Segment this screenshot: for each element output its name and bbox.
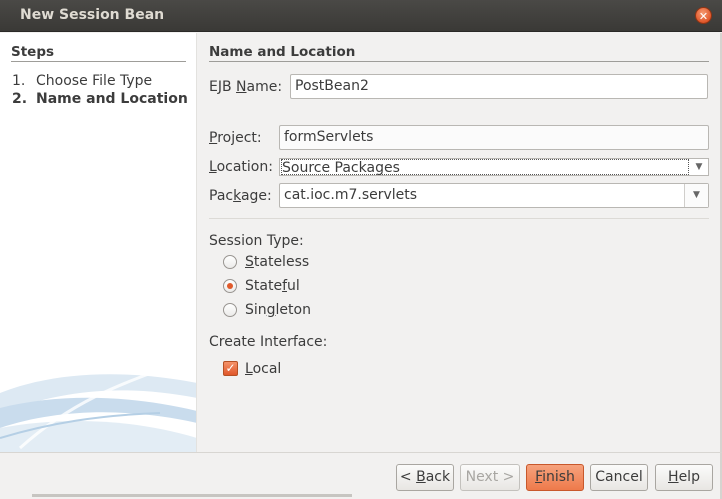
radio-stateful[interactable] (223, 279, 237, 293)
steps-heading: Steps (11, 44, 55, 60)
project-label: Project: (209, 130, 262, 146)
local-checkbox[interactable]: ✓ (223, 361, 238, 376)
create-interface-label: Create Interface: (209, 334, 328, 350)
step-label: Name and Location (36, 91, 188, 107)
steps-panel: Steps 1. Choose File Type 2. Name and Loca… (0, 33, 197, 452)
package-value: cat.ioc.m7.servlets (284, 187, 418, 203)
back-button[interactable]: < Back (396, 464, 454, 491)
button-bar-divider (0, 452, 722, 453)
cancel-button[interactable]: Cancel (590, 464, 648, 491)
project-field: formServlets (279, 125, 709, 150)
step-number: 2. (12, 91, 28, 107)
stateful-label[interactable]: Stateful (245, 278, 300, 294)
decorative-swoosh-graphic (0, 361, 196, 452)
package-combobox[interactable]: cat.ioc.m7.servlets ▼ (279, 183, 709, 208)
section-divider (209, 61, 709, 62)
location-value: Source Packages (281, 159, 689, 176)
divider (209, 218, 709, 219)
location-select[interactable]: Source Packages ▼ (279, 158, 709, 176)
local-label[interactable]: Local (245, 361, 281, 377)
radio-singleton[interactable] (223, 303, 237, 317)
step-number: 1. (12, 73, 26, 89)
location-label: Location: (209, 159, 273, 175)
finish-button[interactable]: Finish (526, 464, 584, 491)
help-button[interactable]: Help (655, 464, 713, 491)
steps-divider (11, 61, 186, 62)
close-icon[interactable]: ✕ (695, 7, 712, 24)
radio-stateless[interactable] (223, 255, 237, 269)
ejb-name-input[interactable]: PostBean2 (290, 74, 708, 99)
step-name-and-location: 2. Name and Location (12, 91, 188, 107)
ejb-name-label: EJB Name: (209, 79, 283, 95)
chevron-down-icon[interactable]: ▼ (684, 184, 708, 207)
section-heading: Name and Location (209, 44, 356, 60)
singleton-label[interactable]: Singleton (245, 302, 311, 318)
title-bar: New Session Bean ✕ (0, 0, 722, 32)
package-label: Package: (209, 188, 272, 204)
stateless-label[interactable]: Stateless (245, 254, 309, 270)
next-button[interactable]: Next > (460, 464, 520, 491)
chevron-down-icon[interactable]: ▼ (692, 159, 706, 175)
step-choose-file-type: 1. Choose File Type (12, 73, 152, 89)
window-title: New Session Bean (20, 7, 165, 23)
background-window-strip (32, 494, 352, 497)
session-type-label: Session Type: (209, 233, 304, 249)
step-label: Choose File Type (36, 73, 153, 89)
